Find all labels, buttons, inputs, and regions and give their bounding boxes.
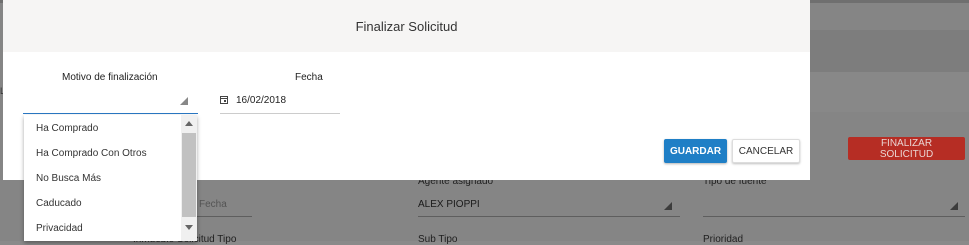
scrollbar-thumb[interactable] xyxy=(182,133,196,217)
dropdown-option[interactable]: Privacidad xyxy=(36,223,83,234)
subtipo-label: Sub Tipo xyxy=(418,234,458,245)
dropdown-option[interactable]: No Busca Más xyxy=(36,173,101,184)
motivo-dropdown-list[interactable]: Ha Comprado Ha Comprado Con Otros No Bus… xyxy=(24,115,197,241)
scroll-down-arrow-icon[interactable] xyxy=(185,225,193,230)
fecha-field-line xyxy=(197,216,252,217)
prioridad-label: Prioridad xyxy=(703,234,744,245)
fecha-input-line xyxy=(220,113,340,114)
agente-field-line xyxy=(418,216,680,217)
guardar-button[interactable]: GUARDAR xyxy=(664,139,727,163)
dropdown-scrollbar[interactable] xyxy=(181,115,197,241)
calendar-icon[interactable] xyxy=(220,96,228,104)
dropdown-option[interactable]: Caducado xyxy=(36,198,82,209)
dropdown-option[interactable]: Ha Comprado xyxy=(36,123,98,134)
fecha-label: Fecha xyxy=(295,72,323,83)
cancelar-button[interactable]: CANCELAR xyxy=(732,139,800,163)
page-subheader-band xyxy=(810,72,969,112)
tipo-fuente-dropdown-arrow-icon[interactable] xyxy=(950,202,958,210)
motivo-dropdown-arrow-icon[interactable] xyxy=(180,97,188,105)
fecha-input[interactable]: 16/02/2018 xyxy=(236,95,286,106)
fecha-placeholder[interactable]: Fecha xyxy=(199,199,227,210)
agente-select-value[interactable]: ALEX PIOPPI xyxy=(418,199,480,210)
motivo-label: Motivo de finalización xyxy=(62,72,158,83)
modal-header: Finalizar Solicitud xyxy=(3,0,810,52)
scroll-up-arrow-icon[interactable] xyxy=(185,121,193,126)
tipo-fuente-field-line xyxy=(703,216,965,217)
page-header-band xyxy=(810,30,969,72)
modal-title: Finalizar Solicitud xyxy=(355,18,458,34)
motivo-select[interactable] xyxy=(23,113,198,114)
finalizar-solicitud-button[interactable]: FINALIZAR SOLICITUD xyxy=(848,137,965,160)
dropdown-option[interactable]: Ha Comprado Con Otros xyxy=(36,148,147,159)
agente-dropdown-arrow-icon[interactable] xyxy=(664,202,672,210)
